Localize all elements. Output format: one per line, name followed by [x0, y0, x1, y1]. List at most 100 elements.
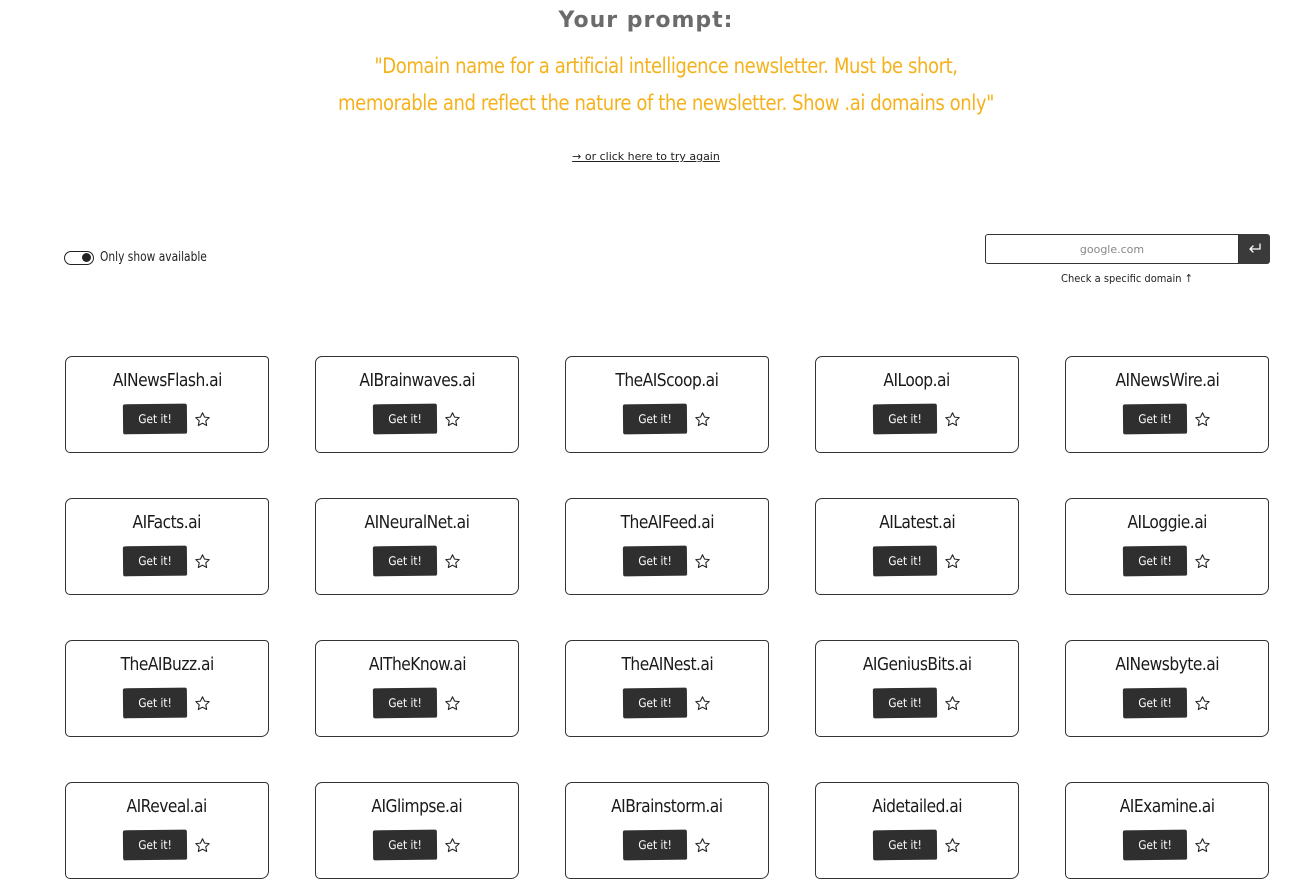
enter-icon: [1248, 243, 1261, 253]
get-it-button[interactable]: Get it!: [1122, 687, 1187, 719]
get-it-button[interactable]: Get it!: [372, 687, 437, 719]
domain-card: AINeuralNet.ai Get it!: [315, 498, 519, 595]
domain-card: AIExamine.ai Get it!: [1065, 782, 1269, 879]
domain-card: TheAIBuzz.ai Get it!: [65, 640, 269, 737]
get-it-label: Get it!: [387, 553, 422, 569]
get-it-label: Get it!: [1137, 411, 1172, 427]
domain-search-input[interactable]: [995, 241, 1229, 257]
get-it-label: Get it!: [387, 411, 422, 427]
get-it-button[interactable]: Get it!: [622, 545, 687, 577]
get-it-button[interactable]: Get it!: [622, 829, 687, 861]
domain-name: AIReveal.ai: [126, 796, 208, 817]
star-icon[interactable]: [944, 552, 962, 570]
star-icon[interactable]: [444, 410, 462, 428]
get-it-button[interactable]: Get it!: [622, 687, 687, 719]
search-submit-button[interactable]: [1239, 234, 1270, 264]
card-actions: Get it!: [1122, 687, 1212, 719]
domain-name: TheAIScoop.ai: [615, 370, 719, 391]
star-icon[interactable]: [194, 552, 212, 570]
domain-name: AINewsFlash.ai: [112, 370, 222, 391]
star-icon[interactable]: [1194, 552, 1212, 570]
domain-card: AITheKnow.ai Get it!: [315, 640, 519, 737]
domain-name: AINewsbyte.ai: [1115, 654, 1219, 675]
star-icon[interactable]: [944, 694, 962, 712]
domain-name: AILoop.ai: [883, 370, 951, 391]
star-icon[interactable]: [194, 836, 212, 854]
star-icon[interactable]: [444, 552, 462, 570]
prompt-heading: Your prompt:: [558, 8, 734, 33]
domain-card: TheAIFeed.ai Get it!: [565, 498, 769, 595]
domain-search-box: [985, 234, 1239, 264]
domain-name: TheAINest.ai: [621, 654, 713, 675]
get-it-button[interactable]: Get it!: [122, 545, 187, 577]
prompt-text: "Domain name for a artificial intelligen…: [337, 54, 994, 115]
get-it-button[interactable]: Get it!: [872, 403, 937, 435]
toggle-switch[interactable]: [64, 250, 94, 265]
card-actions: Get it!: [372, 687, 462, 719]
get-it-button[interactable]: Get it!: [872, 687, 937, 719]
get-it-label: Get it!: [1137, 553, 1172, 569]
get-it-button[interactable]: Get it!: [122, 687, 187, 719]
domain-name: Aidetailed.ai: [872, 796, 962, 817]
get-it-label: Get it!: [637, 837, 672, 853]
only-available-toggle[interactable]: Only show available: [64, 250, 230, 265]
card-actions: Get it!: [872, 403, 962, 435]
get-it-button[interactable]: Get it!: [1122, 829, 1187, 861]
get-it-label: Get it!: [887, 695, 922, 711]
get-it-button[interactable]: Get it!: [122, 829, 187, 861]
domain-card: AIGlimpse.ai Get it!: [315, 782, 519, 879]
star-icon[interactable]: [694, 836, 712, 854]
get-it-label: Get it!: [887, 553, 922, 569]
get-it-label: Get it!: [387, 695, 422, 711]
card-actions: Get it!: [122, 829, 212, 861]
card-actions: Get it!: [872, 545, 962, 577]
get-it-button[interactable]: Get it!: [872, 829, 937, 861]
domain-name: AINewsWire.ai: [1115, 370, 1219, 391]
get-it-button[interactable]: Get it!: [1122, 545, 1187, 577]
domain-name: AINeuralNet.ai: [364, 512, 470, 533]
get-it-button[interactable]: Get it!: [1122, 403, 1187, 435]
star-icon[interactable]: [444, 836, 462, 854]
get-it-button[interactable]: Get it!: [372, 829, 437, 861]
star-icon[interactable]: [944, 410, 962, 428]
card-actions: Get it!: [872, 687, 962, 719]
star-icon[interactable]: [1194, 836, 1212, 854]
domain-card: AINewsFlash.ai Get it!: [65, 356, 269, 453]
star-icon[interactable]: [694, 552, 712, 570]
get-it-button[interactable]: Get it!: [122, 403, 187, 435]
domain-name: AIBrainwaves.ai: [359, 370, 475, 391]
domain-card: AILatest.ai Get it!: [815, 498, 1019, 595]
star-icon[interactable]: [944, 836, 962, 854]
card-actions: Get it!: [622, 829, 712, 861]
domain-name: AIGeniusBits.ai: [862, 654, 972, 675]
star-icon[interactable]: [194, 410, 212, 428]
domain-name: TheAIBuzz.ai: [120, 654, 214, 675]
domain-card: AILoop.ai Get it!: [815, 356, 1019, 453]
star-icon[interactable]: [194, 694, 212, 712]
get-it-label: Get it!: [887, 411, 922, 427]
star-icon[interactable]: [1194, 410, 1212, 428]
card-actions: Get it!: [622, 687, 712, 719]
get-it-label: Get it!: [387, 837, 422, 853]
get-it-label: Get it!: [637, 411, 672, 427]
star-icon[interactable]: [694, 410, 712, 428]
card-actions: Get it!: [622, 545, 712, 577]
try-again-link[interactable]: → or click here to try again: [0, 150, 1292, 163]
get-it-button[interactable]: Get it!: [622, 403, 687, 435]
star-icon[interactable]: [444, 694, 462, 712]
domain-card: AINewsbyte.ai Get it!: [1065, 640, 1269, 737]
get-it-label: Get it!: [1137, 695, 1172, 711]
domain-card: AIBrainstorm.ai Get it!: [565, 782, 769, 879]
get-it-button[interactable]: Get it!: [872, 545, 937, 577]
get-it-button[interactable]: Get it!: [372, 545, 437, 577]
card-actions: Get it!: [122, 687, 212, 719]
card-actions: Get it!: [1122, 403, 1212, 435]
domain-card: AILoggie.ai Get it!: [1065, 498, 1269, 595]
get-it-label: Get it!: [137, 695, 172, 711]
get-it-label: Get it!: [1137, 837, 1172, 853]
domain-card: AINewsWire.ai Get it!: [1065, 356, 1269, 453]
domain-name: AITheKnow.ai: [368, 654, 466, 675]
star-icon[interactable]: [694, 694, 712, 712]
star-icon[interactable]: [1194, 694, 1212, 712]
get-it-button[interactable]: Get it!: [372, 403, 437, 435]
